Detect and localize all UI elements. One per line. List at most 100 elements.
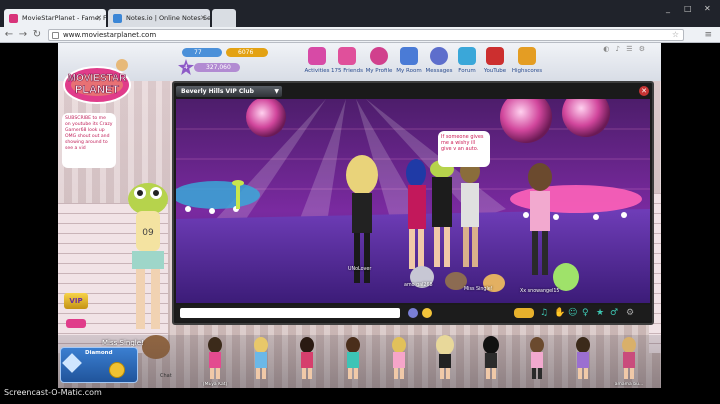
menu-label: YouTube bbox=[483, 68, 507, 74]
pink-action-button[interactable] bbox=[66, 319, 86, 328]
activities-icon bbox=[308, 47, 326, 65]
dock-avatar[interactable] bbox=[284, 335, 330, 388]
room-selector[interactable]: Beverly Hills VIP Club ▼ bbox=[176, 86, 282, 97]
diamond-title: Diamond bbox=[85, 350, 113, 356]
fame-bar: 327,060 bbox=[194, 63, 240, 72]
notes-favicon-icon bbox=[113, 14, 122, 23]
top-menu: Activities 175 Friends My Profile My Roo… bbox=[300, 47, 550, 77]
tab-title: MovieStarPlanet - Fame, F bbox=[22, 14, 106, 22]
room-stage[interactable] bbox=[176, 99, 650, 303]
back-button[interactable]: ← bbox=[2, 27, 16, 43]
svg-text:09: 09 bbox=[142, 228, 154, 238]
browser-toolbar: ← → ↻ www.moviestarplanet.com ☆ ≡ bbox=[0, 27, 720, 43]
nametag-miss-single: Miss Single! bbox=[464, 287, 493, 292]
chevron-down-icon: ▼ bbox=[274, 88, 279, 95]
dock-avatar[interactable]: amama bu... bbox=[606, 335, 652, 388]
youtube-icon bbox=[486, 47, 504, 65]
dock-avatar-name: [MEya Kat] bbox=[202, 382, 228, 387]
dock-avatar[interactable] bbox=[422, 335, 468, 388]
moviestarplanet-logo[interactable]: MOVIESTAR PLANET bbox=[62, 59, 132, 105]
vip-badge[interactable]: VIP bbox=[64, 293, 88, 309]
level-value: 4 bbox=[184, 64, 188, 71]
msp-favicon-icon bbox=[9, 14, 18, 23]
tab-moviestarplanet[interactable]: MovieStarPlanet - Fame, F ✕ bbox=[4, 9, 106, 27]
tab-title: Notes.io | Online Notes Se bbox=[126, 14, 210, 22]
chat-label[interactable]: Chat bbox=[160, 373, 172, 379]
menu-label: My Profile bbox=[365, 68, 393, 74]
dock-avatar[interactable] bbox=[468, 335, 514, 388]
menu-label: My Room bbox=[396, 68, 422, 74]
dock-avatar[interactable] bbox=[514, 335, 560, 388]
tab-close-icon[interactable]: ✕ bbox=[96, 9, 102, 27]
coins-counter[interactable]: 6076 bbox=[226, 48, 268, 57]
new-tab-button[interactable] bbox=[212, 9, 236, 27]
menu-label: 175 Friends bbox=[330, 68, 364, 74]
menu-activities[interactable]: Activities bbox=[300, 47, 334, 77]
forward-button[interactable]: → bbox=[16, 27, 30, 43]
menu-label: Highscores bbox=[511, 68, 543, 74]
gold-coin-icon bbox=[109, 362, 125, 378]
coins-action-icon[interactable] bbox=[514, 308, 534, 318]
dock-avatar[interactable] bbox=[560, 335, 606, 388]
maximize-icon[interactable]: □ bbox=[684, 4, 692, 13]
tab-close-icon[interactable]: ✕ bbox=[200, 9, 206, 27]
more-emotes-icon[interactable]: ⚙ bbox=[626, 307, 634, 319]
reload-button[interactable]: ↻ bbox=[30, 27, 44, 43]
browser-menu-icon[interactable]: ≡ bbox=[704, 27, 712, 43]
tab-notes[interactable]: Notes.io | Online Notes Se ✕ bbox=[108, 9, 210, 27]
menu-my-room[interactable]: My Room bbox=[392, 47, 426, 77]
player-stats: 77 6076 327,060 4 bbox=[178, 47, 270, 77]
system-icons[interactable]: ◐ ♪ ☰ ⚙ bbox=[603, 45, 647, 53]
dance-emote-icon[interactable]: ♫ bbox=[540, 307, 548, 319]
room-close-button[interactable]: ✕ bbox=[639, 86, 649, 96]
room-icon bbox=[400, 47, 418, 65]
url-text: www.moviestarplanet.com bbox=[63, 31, 157, 39]
coins-value: 6076 bbox=[238, 49, 254, 56]
logo-line2: PLANET bbox=[75, 84, 119, 96]
menu-my-profile[interactable]: My Profile bbox=[362, 47, 396, 77]
menu-label: Activities bbox=[304, 68, 330, 74]
dock-avatar[interactable] bbox=[376, 335, 422, 388]
wave-emote-icon[interactable]: ✋ bbox=[554, 307, 565, 319]
room-window: Beverly Hills VIP Club ▼ ✕ If someone gi… bbox=[172, 81, 654, 325]
messages-icon bbox=[430, 47, 448, 65]
diamond-panel[interactable]: Diamond bbox=[60, 347, 138, 383]
screencast-watermark: Screencast-O-Matic.com bbox=[4, 388, 102, 397]
close-window-icon[interactable]: ✕ bbox=[704, 4, 711, 13]
pink-stage bbox=[510, 185, 642, 213]
game-area[interactable]: MOVIESTAR PLANET 77 6076 327,060 4 Activ… bbox=[58, 43, 661, 388]
dock-avatar-name: amama bu... bbox=[614, 382, 644, 387]
friends-icon bbox=[338, 47, 356, 65]
profile-icon bbox=[370, 47, 388, 65]
bookmark-star-icon[interactable]: ☆ bbox=[672, 30, 679, 40]
stool bbox=[232, 180, 244, 186]
menu-youtube[interactable]: YouTube bbox=[478, 47, 512, 77]
miss-single-label: Miss Single! bbox=[102, 339, 144, 347]
cheer-emote-icon[interactable]: ★ bbox=[596, 307, 604, 319]
dog-mascot bbox=[116, 59, 128, 71]
mood-icon[interactable] bbox=[408, 308, 418, 318]
chat-bar: ♫ ✋ ☺ ♀ ★ ♂ ⚙ bbox=[176, 305, 650, 321]
left-profile-note: SUBSCRIBE to me on youtube its Crazy Gam… bbox=[62, 113, 116, 168]
dock-avatar[interactable] bbox=[330, 335, 376, 388]
level-star-icon: 4 bbox=[178, 59, 194, 75]
dock-avatar[interactable] bbox=[238, 335, 284, 388]
room-title: Beverly Hills VIP Club bbox=[181, 88, 254, 95]
fame-value: 327,060 bbox=[206, 64, 231, 71]
nametag-snowangel: Xx snowangel15 bbox=[520, 289, 560, 294]
chat-input[interactable] bbox=[180, 308, 400, 318]
sit-emote-icon[interactable]: ♂ bbox=[610, 307, 618, 319]
nametag-amo-gal: amo gal268 bbox=[404, 283, 433, 288]
dock-avatar[interactable]: [MEya Kat] bbox=[192, 335, 238, 388]
address-bar[interactable]: www.moviestarplanet.com ☆ bbox=[48, 29, 684, 41]
smiley-icon[interactable] bbox=[422, 308, 432, 318]
nametag-unolover: UNoLover bbox=[348, 267, 372, 272]
menu-friends[interactable]: 175 Friends bbox=[330, 47, 364, 77]
pose-emote-icon[interactable]: ♀ bbox=[582, 307, 589, 319]
menu-highscores[interactable]: Highscores bbox=[510, 47, 544, 77]
diamonds-counter[interactable]: 77 bbox=[182, 48, 222, 57]
minimize-icon[interactable]: _ bbox=[666, 4, 670, 13]
jump-emote-icon[interactable]: ☺ bbox=[568, 307, 577, 319]
diamond-icon bbox=[62, 353, 82, 373]
diamonds-value: 77 bbox=[194, 49, 202, 56]
